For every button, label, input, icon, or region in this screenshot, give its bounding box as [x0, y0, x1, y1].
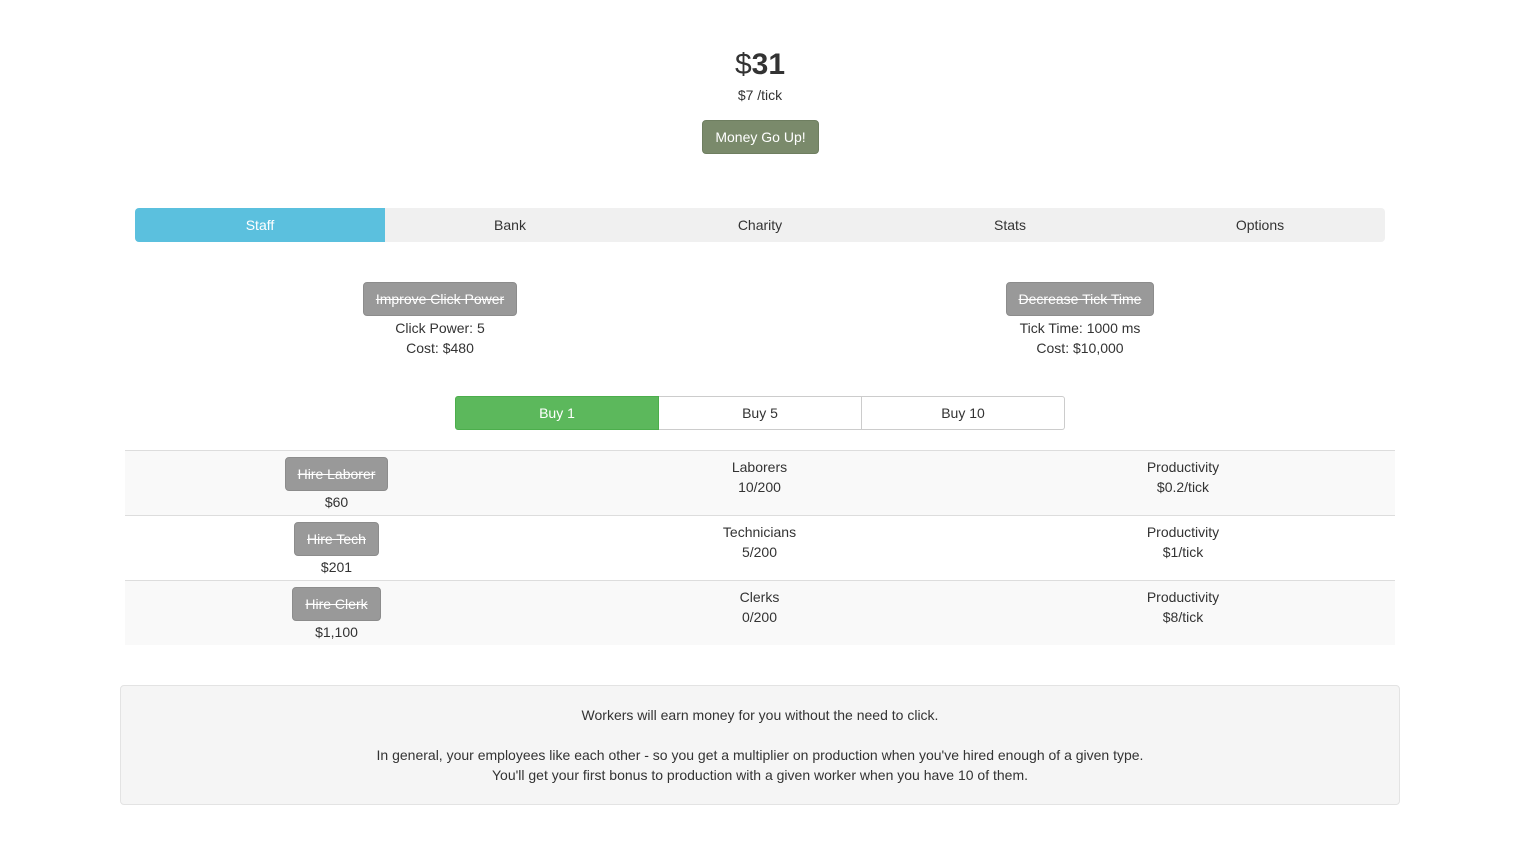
game-app: $31 $7 /tick Money Go Up! Staff Bank Cha…	[0, 0, 1532, 855]
table-row: Hire Clerk $1,100 Clerks 0/200 Productiv…	[125, 580, 1395, 645]
buy-amount-group: Buy 1 Buy 5 Buy 10	[455, 396, 1065, 430]
worker-count: 5/200	[741, 544, 778, 560]
info-text: You'll get your first bonus to productio…	[491, 767, 1029, 783]
click-power-stat: Click Power: 5	[395, 320, 485, 336]
productivity-cell: Productivity $1/tick	[971, 516, 1395, 580]
tick-time-upgrade: Decrease Tick Time Tick Time: 1000 ms Co…	[980, 282, 1180, 358]
table-row: Hire Tech $201 Technicians 5/200 Product…	[125, 515, 1395, 580]
worker-count: 10/200	[738, 479, 781, 495]
productivity-cell: Productivity $8/tick	[971, 581, 1395, 645]
tab-stats[interactable]: Stats	[885, 208, 1135, 242]
info-well: Workers will earn money for you without …	[120, 685, 1400, 805]
buy-1-button[interactable]: Buy 1	[455, 396, 659, 430]
productivity-value: $8/tick	[1162, 609, 1204, 625]
income-rate: $7 /tick	[737, 87, 783, 103]
currency-symbol: $	[734, 48, 752, 81]
worker-count-cell: Clerks 0/200	[548, 581, 971, 645]
buy-10-button[interactable]: Buy 10	[862, 396, 1065, 430]
productivity-cell: Productivity $0.2/tick	[971, 451, 1395, 515]
hire-cost: $201	[320, 559, 353, 575]
productivity-value: $1/tick	[1162, 544, 1204, 560]
click-power-upgrade: Improve Click Power Click Power: 5 Cost:…	[340, 282, 540, 358]
worker-count-cell: Laborers 10/200	[548, 451, 971, 515]
main-tabs: Staff Bank Charity Stats Options	[135, 208, 1385, 242]
productivity-label: Productivity	[1146, 589, 1220, 605]
table-row: Hire Laborer $60 Laborers 10/200 Product…	[125, 450, 1395, 515]
improve-click-power-button[interactable]: Improve Click Power	[362, 282, 518, 316]
tab-charity[interactable]: Charity	[635, 208, 885, 242]
worker-count-cell: Technicians 5/200	[548, 516, 971, 580]
productivity-value: $0.2/tick	[1156, 479, 1210, 495]
money-amount: 31	[751, 48, 786, 81]
hire-cell: Hire Clerk $1,100	[125, 581, 548, 645]
productivity-label: Productivity	[1146, 524, 1220, 540]
tab-bank[interactable]: Bank	[385, 208, 635, 242]
tab-staff[interactable]: Staff	[135, 208, 385, 242]
buy-5-button[interactable]: Buy 5	[659, 396, 862, 430]
worker-count: 0/200	[741, 609, 778, 625]
productivity-label: Productivity	[1146, 459, 1220, 475]
info-text: Workers will earn money for you without …	[581, 707, 939, 723]
money-go-up-button[interactable]: Money Go Up!	[702, 120, 819, 154]
hire-clerk-button[interactable]: Hire Clerk	[292, 587, 381, 621]
decrease-tick-time-button[interactable]: Decrease Tick Time	[1005, 282, 1155, 316]
worker-name: Laborers	[731, 459, 788, 475]
hire-laborer-button[interactable]: Hire Laborer	[284, 457, 389, 491]
staff-table: Hire Laborer $60 Laborers 10/200 Product…	[125, 450, 1395, 645]
hire-cell: Hire Laborer $60	[125, 451, 548, 515]
hire-cost: $60	[324, 494, 349, 510]
worker-name: Clerks	[739, 589, 780, 605]
tab-options[interactable]: Options	[1135, 208, 1385, 242]
info-text: In general, your employees like each oth…	[376, 747, 1144, 763]
hire-cell: Hire Tech $201	[125, 516, 548, 580]
hire-tech-button[interactable]: Hire Tech	[294, 522, 379, 556]
tick-time-cost: Cost: $10,000	[1036, 340, 1124, 356]
tick-time-stat: Tick Time: 1000 ms	[1019, 320, 1141, 336]
click-power-cost: Cost: $480	[406, 340, 474, 356]
hire-cost: $1,100	[315, 624, 358, 640]
worker-name: Technicians	[722, 524, 797, 540]
money-display: $31	[0, 46, 1520, 84]
